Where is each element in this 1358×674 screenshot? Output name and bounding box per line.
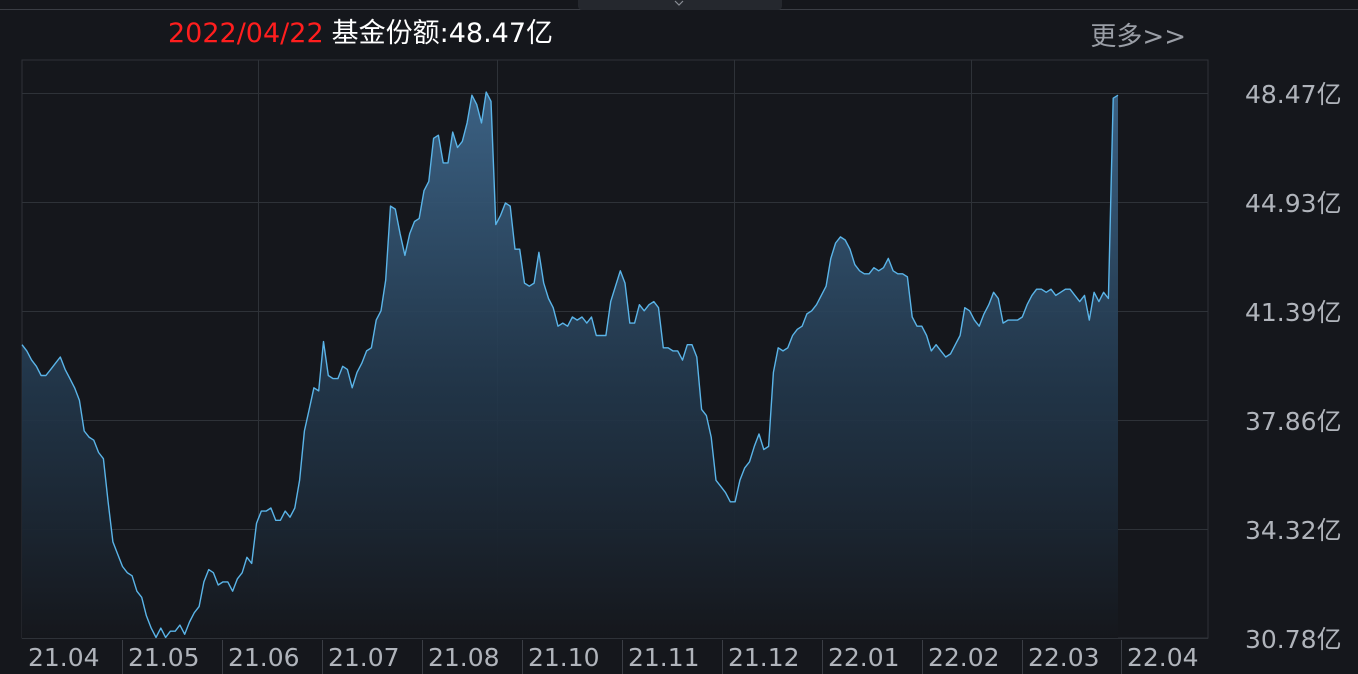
y-tick-label: 37.86亿	[1245, 407, 1342, 436]
area-layer	[21, 91, 1119, 639]
y-tick-label: 44.93亿	[1245, 189, 1342, 218]
x-tick-label: 21.11	[628, 643, 700, 672]
fund-share-area-chart: 48.47亿 44.93亿 41.39亿 37.86亿 34.32亿 30.78亿 21.…	[21, 59, 1342, 674]
x-tick-label: 21.04	[28, 643, 100, 672]
x-tick-label: 21.06	[228, 643, 300, 672]
y-tick-label: 34.32亿	[1245, 516, 1342, 545]
x-tick-label: 22.03	[1028, 643, 1100, 672]
x-tick-label: 21.08	[428, 643, 500, 672]
x-tick-label: 21.10	[528, 643, 600, 672]
y-tick-label: 48.47亿	[1245, 80, 1342, 109]
x-tick-label: 21.12	[728, 643, 800, 672]
y-tick-label: 41.39亿	[1245, 298, 1342, 327]
series-area	[22, 92, 1118, 639]
x-tick-label: 21.05	[128, 643, 200, 672]
y-tick-layer: 48.47亿 44.93亿 41.39亿 37.86亿 34.32亿 30.78亿	[1245, 80, 1342, 654]
x-tick-label: 22.01	[828, 643, 900, 672]
x-tick-label: 21.07	[328, 643, 400, 672]
x-tick-layer: 21.04 21.05 21.06 21.07 21.08 21.10 21.11 21.12…	[28, 640, 1199, 674]
x-tick-label: 22.04	[1127, 643, 1199, 672]
x-tick-label: 22.02	[928, 643, 1000, 672]
y-tick-label: 30.78亿	[1245, 625, 1342, 654]
